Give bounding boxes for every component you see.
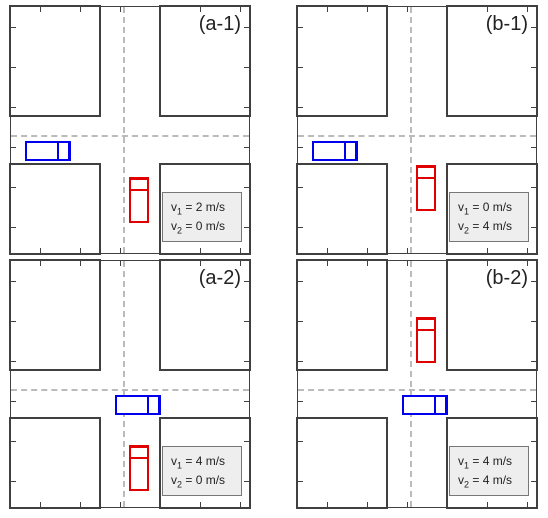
velocity-line-1: v1 = 2 m/s bbox=[171, 199, 233, 218]
car-blue bbox=[402, 395, 448, 415]
panel-a1: (a-1) v1 = 2 m/s v2 = 0 m/s bbox=[10, 6, 250, 254]
road-corner-sw bbox=[9, 417, 101, 509]
lane-center-v bbox=[410, 261, 412, 507]
velocity-box: v1 = 4 m/s v2 = 0 m/s bbox=[162, 446, 242, 496]
panel-label: (a-2) bbox=[199, 267, 241, 290]
velocity-box: v1 = 0 m/s v2 = 4 m/s bbox=[449, 192, 529, 242]
lane-center-h bbox=[298, 135, 536, 137]
velocity-box: v1 = 2 m/s v2 = 0 m/s bbox=[162, 192, 242, 242]
road-corner-nw bbox=[9, 5, 101, 117]
velocity-line-2: v2 = 0 m/s bbox=[171, 218, 233, 237]
car-blue bbox=[115, 395, 161, 415]
lane-center-v bbox=[123, 261, 125, 507]
panel-label: (b-1) bbox=[486, 13, 528, 36]
velocity-box: v1 = 4 m/s v2 = 4 m/s bbox=[449, 446, 529, 496]
velocity-line-1: v1 = 0 m/s bbox=[458, 199, 520, 218]
car-red bbox=[129, 177, 149, 223]
road-corner-nw bbox=[9, 259, 101, 371]
velocity-line-2: v2 = 4 m/s bbox=[458, 218, 520, 237]
car-blue bbox=[312, 141, 358, 161]
velocity-line-2: v2 = 4 m/s bbox=[458, 472, 520, 491]
car-red bbox=[129, 445, 149, 491]
road-corner-sw bbox=[296, 417, 388, 509]
road-corner-sw bbox=[9, 163, 101, 255]
panel-b2: (b-2) v1 = 4 m/s v2 = 4 m/s bbox=[297, 260, 537, 508]
panel-b1: (b-1) v1 = 0 m/s v2 = 4 m/s bbox=[297, 6, 537, 254]
road-corner-nw bbox=[296, 259, 388, 371]
panel-label: (a-1) bbox=[199, 13, 241, 36]
road-corner-nw bbox=[296, 5, 388, 117]
velocity-line-2: v2 = 0 m/s bbox=[171, 472, 233, 491]
lane-center-v bbox=[123, 7, 125, 253]
car-red bbox=[416, 317, 436, 363]
velocity-line-1: v1 = 4 m/s bbox=[171, 453, 233, 472]
panel-label: (b-2) bbox=[486, 267, 528, 290]
car-blue bbox=[25, 141, 71, 161]
lane-center-h bbox=[298, 389, 536, 391]
road-corner-sw bbox=[296, 163, 388, 255]
car-red bbox=[416, 165, 436, 211]
lane-center-v bbox=[410, 7, 412, 253]
lane-center-h bbox=[11, 135, 249, 137]
lane-center-h bbox=[11, 389, 249, 391]
velocity-line-1: v1 = 4 m/s bbox=[458, 453, 520, 472]
panel-a2: (a-2) v1 = 4 m/s v2 = 0 m/s bbox=[10, 260, 250, 508]
